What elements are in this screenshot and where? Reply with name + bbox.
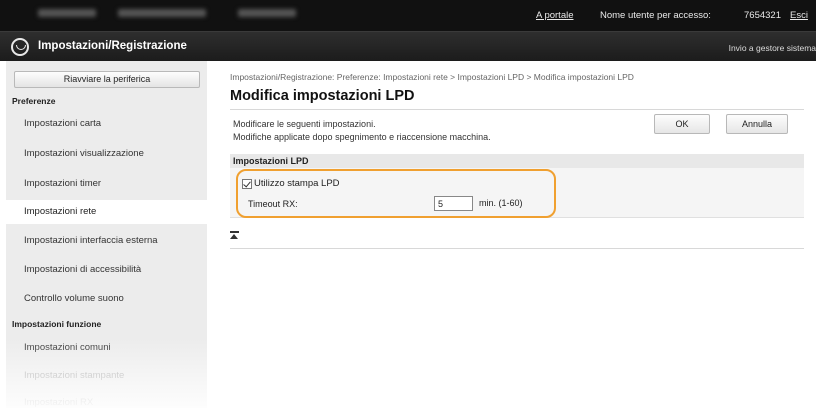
sidebar-item-common[interactable]: Impostazioni comuni — [6, 336, 207, 360]
sidebar-item-accessibility[interactable]: Impostazioni di accessibilità — [6, 258, 207, 282]
bottom-divider — [230, 248, 804, 249]
logout-link[interactable]: Esci — [790, 10, 808, 21]
sidebar-item-sound-volume[interactable]: Controllo volume suono — [6, 287, 207, 311]
top-bar: A portale Nome utente per accesso: 76543… — [0, 0, 816, 31]
section-header-lpd: Impostazioni LPD — [230, 154, 804, 168]
user-id: 7654321 — [744, 10, 781, 21]
ok-button[interactable]: OK — [654, 114, 710, 134]
back-to-top-icon[interactable] — [230, 231, 239, 240]
description-line-2: Modifiche applicate dopo spegnimento e r… — [233, 132, 491, 142]
sidebar-item-paper[interactable]: Impostazioni carta — [6, 112, 207, 136]
sidebar: Riavviare la periferica Preferenze Impos… — [6, 61, 207, 408]
admin-link[interactable]: Invio a gestore sistema — [729, 43, 816, 53]
restart-device-button[interactable]: Riavviare la periferica — [14, 71, 200, 88]
settings-logo-icon — [11, 38, 29, 56]
blurred-device-info-2 — [238, 9, 296, 17]
sidebar-item-external-interface[interactable]: Impostazioni interfaccia esterna — [6, 229, 207, 253]
sidebar-item-printer[interactable]: Impostazioni stampante — [6, 364, 207, 388]
sidebar-heading-preferences: Preferenze — [12, 96, 56, 106]
description-line-1: Modificare le seguenti impostazioni. — [233, 119, 376, 129]
app-title: Impostazioni/Registrazione — [38, 40, 187, 52]
breadcrumb: Impostazioni/Registrazione: Preferenze: … — [230, 72, 634, 82]
title-divider — [230, 109, 804, 110]
sidebar-heading-function: Impostazioni funzione — [12, 319, 102, 329]
blurred-device-name — [38, 9, 96, 17]
header-bar: Impostazioni/Registrazione Invio a gesto… — [0, 31, 816, 61]
cancel-button[interactable]: Annulla — [726, 114, 788, 134]
sidebar-item-display[interactable]: Impostazioni visualizzazione — [6, 142, 207, 166]
main-content: Impostazioni/Registrazione: Preferenze: … — [230, 61, 816, 408]
user-label: Nome utente per accesso: — [600, 10, 711, 21]
portal-link[interactable]: A portale — [536, 10, 574, 21]
sidebar-item-rx[interactable]: Impostazioni RX — [6, 391, 207, 408]
sidebar-item-timer[interactable]: Impostazioni timer — [6, 172, 207, 196]
blurred-device-info — [118, 9, 206, 17]
sidebar-item-network[interactable]: Impostazioni rete — [6, 200, 207, 224]
page-title: Modifica impostazioni LPD — [230, 88, 415, 104]
highlight-frame — [236, 169, 556, 218]
